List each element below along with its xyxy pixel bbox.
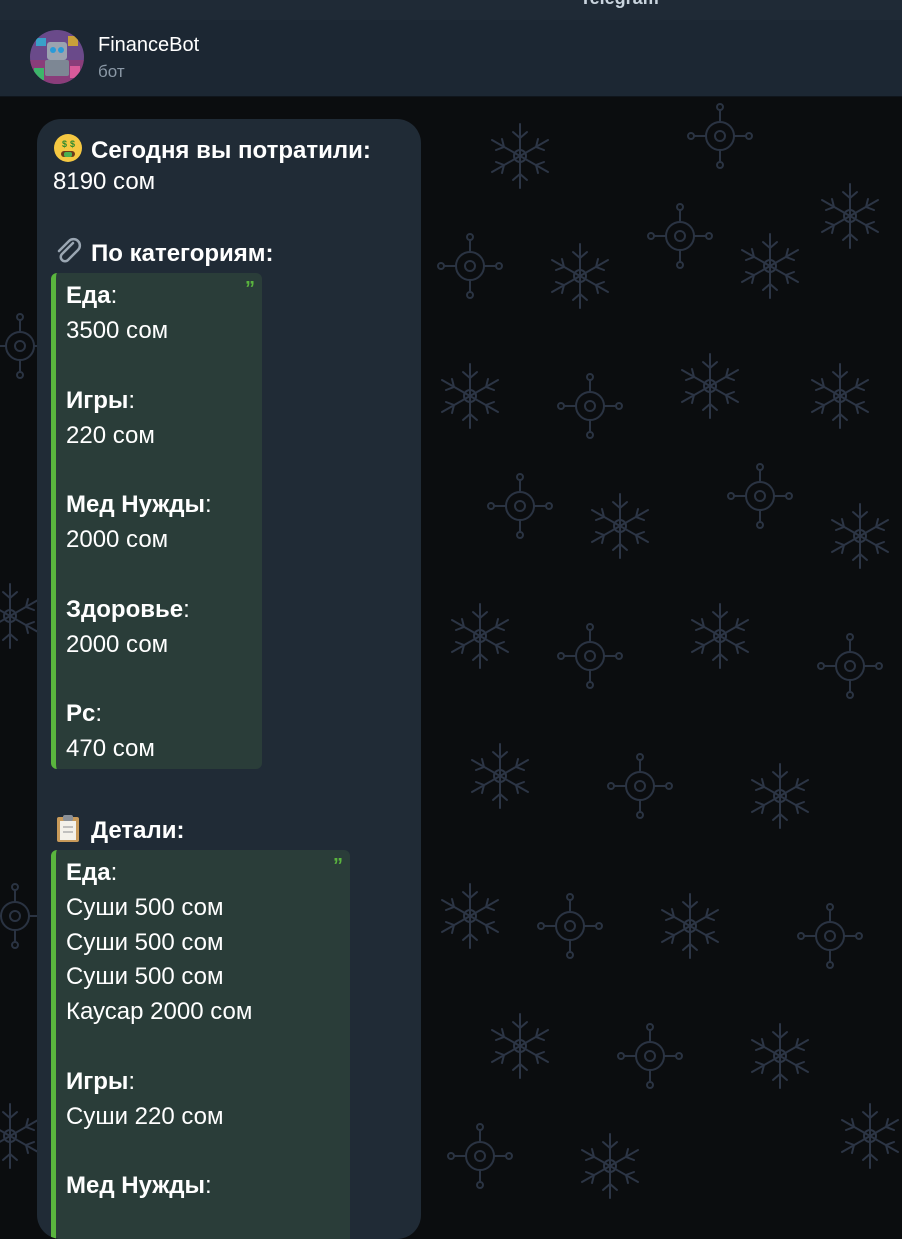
- detail-category-label: Мед Нужды: [66, 1172, 205, 1199]
- detail-category-label: Еда: [66, 859, 111, 886]
- detail-category: Еда:: [66, 859, 118, 886]
- category-name: Pc:: [66, 700, 103, 727]
- category-name: Мед Нужды:: [66, 491, 212, 518]
- category-label: Еда: [66, 282, 111, 309]
- details-quote: ” Еда: Суши 500 сом Суши 500 сом Суши 50…: [51, 850, 350, 1239]
- category-amount: 220 сом: [66, 422, 155, 449]
- today-heading-text: Сегодня вы потратили:: [91, 137, 371, 164]
- today-total: 8190 сом: [53, 168, 156, 195]
- categories-quote: ” Еда: 3500 сом Игры: 220 сом Мед Нужды:…: [51, 273, 262, 769]
- paperclip-icon: [57, 237, 82, 263]
- detail-category-label: Игры: [66, 1068, 129, 1095]
- today-heading: $ $ Сегодня вы потратили:: [53, 133, 371, 166]
- detail-category: Игры:: [66, 1068, 136, 1095]
- quote-mark-icon: ”: [333, 855, 343, 877]
- categories-heading-text: По категориям:: [91, 240, 274, 267]
- categories-heading: По категориям:: [53, 236, 274, 269]
- detail-item: Суши 500 сом: [66, 894, 224, 921]
- bot-message-bubble[interactable]: $ $ Сегодня вы потратили: 8190 сом По ка…: [37, 119, 421, 1239]
- chat-header[interactable]: FinanceBot бот: [0, 20, 902, 97]
- money-mouth-face-icon: $ $: [54, 134, 82, 162]
- details-heading: Детали:: [53, 813, 185, 846]
- quote-mark-icon: ”: [245, 278, 255, 300]
- detail-category: Мед Нужды:: [66, 1172, 212, 1199]
- clipboard-icon: [57, 815, 79, 842]
- app-title: Telegram: [580, 0, 659, 9]
- chat-title: FinanceBot: [98, 34, 200, 56]
- detail-item: Каусар 2000 сом: [66, 998, 253, 1025]
- detail-item: Суши 220 сом: [66, 1103, 224, 1130]
- svg-text:$: $: [70, 139, 75, 149]
- window-top-bar: Telegram: [0, 0, 902, 20]
- chat-subtitle: бот: [98, 62, 125, 81]
- bot-avatar[interactable]: [30, 30, 84, 84]
- category-amount: 2000 сом: [66, 526, 169, 553]
- detail-item: Суши 500 сом: [66, 963, 224, 990]
- category-name: Игры:: [66, 387, 136, 414]
- category-amount: 3500 сом: [66, 317, 169, 344]
- category-amount: 470 сом: [66, 735, 155, 762]
- svg-text:$: $: [62, 139, 67, 149]
- category-label: Игры: [66, 387, 129, 414]
- detail-item: Суши 500 сом: [66, 929, 224, 956]
- details-heading-text: Детали:: [91, 817, 185, 844]
- category-label: Pc: [66, 700, 96, 727]
- category-amount: 2000 сом: [66, 631, 169, 658]
- category-label: Здоровье: [66, 596, 184, 623]
- category-name: Еда:: [66, 282, 118, 309]
- category-name: Здоровье:: [66, 596, 190, 623]
- category-label: Мед Нужды: [66, 491, 205, 518]
